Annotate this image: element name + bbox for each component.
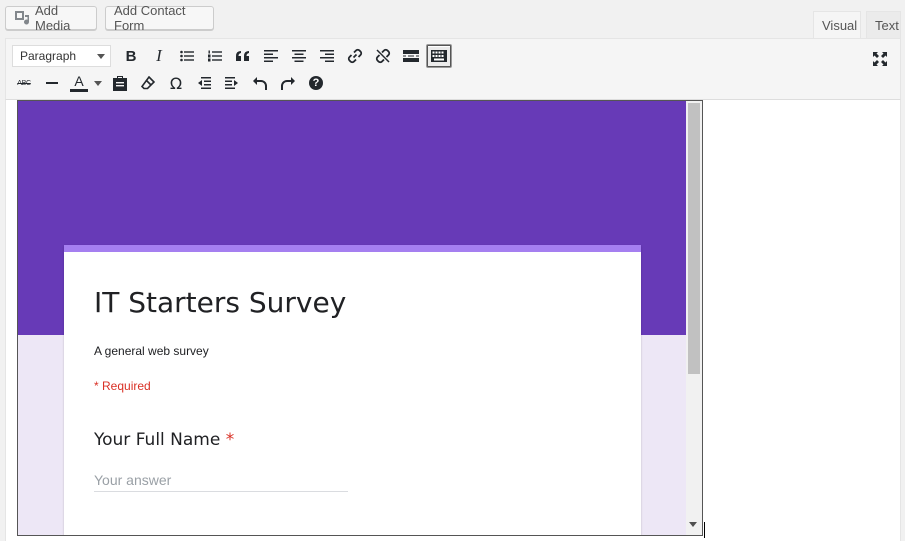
text-cursor (704, 522, 705, 538)
answer-input[interactable]: Your answer (94, 472, 348, 492)
embedded-form-frame[interactable]: IT Starters Survey A general web survey … (17, 100, 703, 536)
undo-icon[interactable] (246, 69, 274, 97)
question-label: Your Full Name * (94, 430, 234, 450)
insert-link-icon[interactable] (341, 42, 369, 70)
media-icon (14, 10, 30, 26)
bulleted-list-icon[interactable] (173, 42, 201, 70)
bold-glyph: B (125, 47, 137, 65)
special-character-icon[interactable]: Ω (162, 69, 190, 97)
paste-as-text-icon[interactable] (106, 69, 134, 97)
distraction-free-icon[interactable] (866, 45, 894, 73)
tab-visual-label: Visual (822, 18, 858, 33)
form-card: IT Starters Survey A general web survey … (64, 245, 641, 535)
toolbar-row-2: ABC A Ω ? (10, 69, 330, 97)
text-color-swatch: A (70, 74, 88, 92)
scroll-down-arrow-icon[interactable] (689, 522, 697, 527)
align-center-icon[interactable] (285, 42, 313, 70)
align-left-icon[interactable] (257, 42, 285, 70)
toolbar-row-1: Paragraph B I (10, 42, 453, 70)
bold-icon[interactable]: B (117, 42, 145, 70)
media-buttons-bar: Add Media Add Contact Form Visual Text (0, 0, 905, 39)
omega-glyph: Ω (169, 73, 183, 93)
editor-toolbar: Paragraph B I ABC A Ω ? (5, 38, 901, 100)
text-color-glyph: A (74, 73, 84, 89)
tab-text[interactable]: Text (866, 11, 901, 38)
horizontal-line-icon[interactable] (38, 69, 66, 97)
align-right-icon[interactable] (313, 42, 341, 70)
add-contact-form-button[interactable]: Add Contact Form (105, 3, 214, 33)
text-color-icon[interactable]: A (66, 69, 106, 97)
read-more-icon[interactable] (397, 42, 425, 70)
blockquote-icon[interactable] (229, 42, 257, 70)
redo-icon[interactable] (274, 69, 302, 97)
text-color-bar (70, 89, 88, 92)
numbered-list-icon[interactable] (201, 42, 229, 70)
required-star: * (225, 430, 235, 450)
toolbar-toggle-icon[interactable] (427, 45, 451, 67)
required-note: * Required (94, 379, 151, 393)
form-title: IT Starters Survey (94, 286, 347, 319)
question-text: Your Full Name (94, 430, 221, 450)
clear-formatting-icon[interactable] (134, 69, 162, 97)
help-icon[interactable]: ? (302, 69, 330, 97)
italic-icon[interactable]: I (145, 42, 173, 70)
decrease-indent-icon[interactable] (190, 69, 218, 97)
add-media-button[interactable]: Add Media (5, 3, 97, 33)
strikethrough-icon[interactable]: ABC (10, 69, 38, 97)
chevron-down-icon (97, 54, 105, 59)
form-description: A general web survey (94, 344, 209, 358)
scrollbar-thumb[interactable] (688, 103, 700, 374)
italic-glyph: I (156, 46, 162, 65)
add-contact-form-label: Add Contact Form (114, 3, 186, 33)
add-media-label: Add Media (35, 3, 71, 33)
format-select[interactable]: Paragraph (12, 45, 111, 67)
help-glyph: ? (309, 76, 323, 90)
tab-visual[interactable]: Visual (813, 11, 861, 39)
chevron-down-icon (94, 80, 102, 86)
tab-text-label: Text (875, 17, 899, 33)
remove-link-icon[interactable] (369, 42, 397, 70)
format-select-value: Paragraph (20, 49, 77, 63)
answer-placeholder: Your answer (94, 472, 172, 488)
increase-indent-icon[interactable] (218, 69, 246, 97)
strikethrough-glyph: ABC (17, 79, 31, 87)
